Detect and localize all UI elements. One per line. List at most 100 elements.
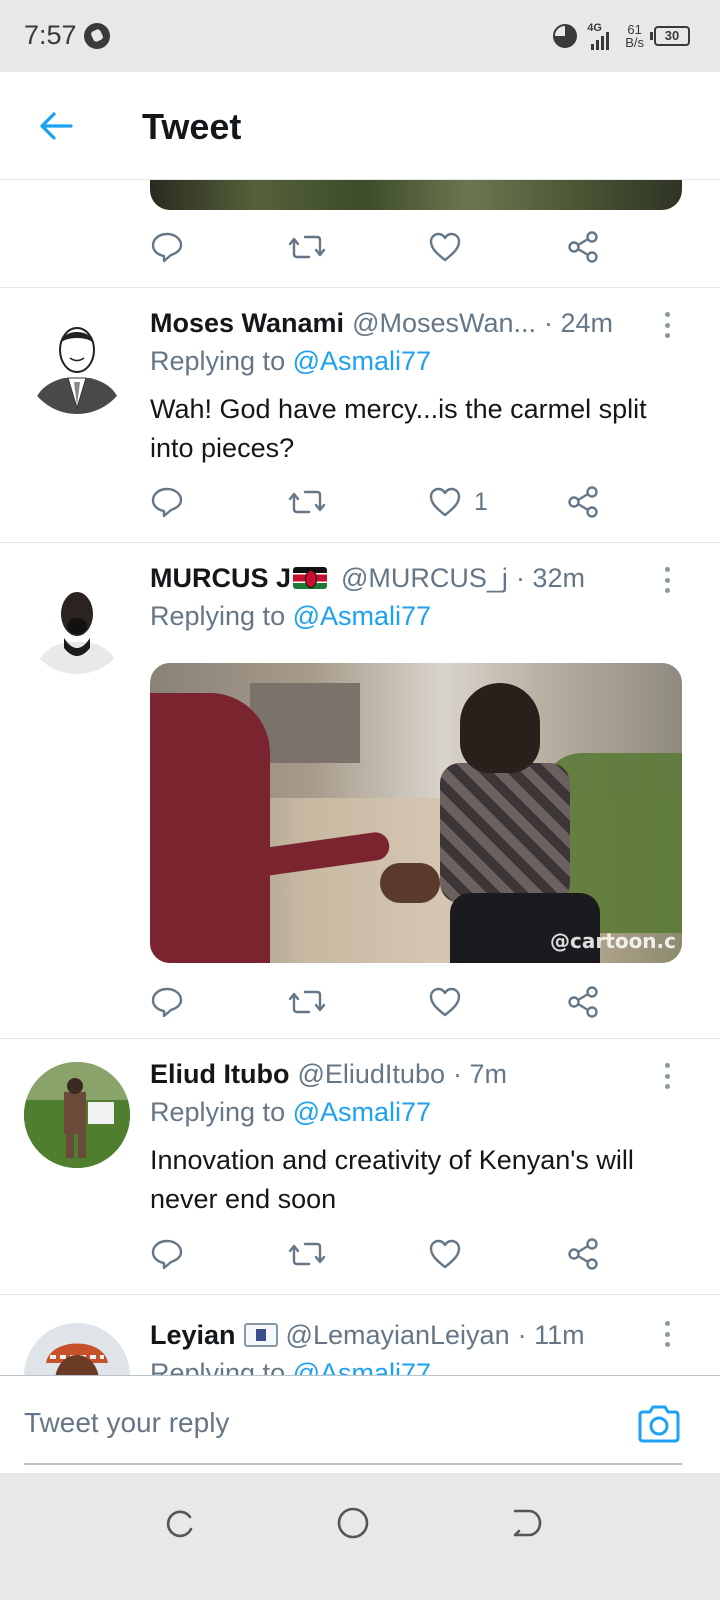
reply-button[interactable] [150,1232,184,1276]
retweet-button[interactable] [288,480,326,524]
action-bar: 1 [150,480,620,524]
share-button[interactable] [566,480,600,524]
retweet-button[interactable] [288,225,326,269]
like-button[interactable] [428,1232,462,1276]
display-name[interactable]: MURCUS J [150,563,291,594]
more-options-button[interactable] [660,1317,674,1351]
reply-composer: Tweet your reply [0,1375,720,1473]
user-handle[interactable]: @EliudItubo [297,1059,445,1090]
network-speed: 61 B/s [625,23,644,49]
replying-to: Replying to @Asmali77 [150,1097,431,1128]
tweet-time: · 24m [544,307,614,338]
home-icon [337,1507,369,1539]
speed-unit: B/s [625,35,644,50]
tweet-text: Innovation and creativity of Kenyan's wi… [150,1145,634,1214]
avatar-photo [24,1323,130,1375]
retweet-button[interactable] [288,1232,326,1276]
arrow-left-icon [40,112,73,140]
share-button[interactable] [566,225,600,269]
reply-icon [151,987,183,1018]
input-underline [24,1463,682,1465]
reply-button[interactable] [150,480,184,524]
user-handle[interactable]: @LemayianLeiyan [286,1320,510,1351]
avatar[interactable] [24,308,130,414]
display-name[interactable]: Moses Wanami [150,308,344,339]
camera-button[interactable] [636,1404,682,1444]
home-button[interactable] [333,1503,373,1543]
reply-icon [151,487,183,518]
replying-to: Replying to @Asmali77 [150,346,431,377]
back-button[interactable] [32,102,80,150]
system-nav-bar [0,1473,720,1600]
replying-label: Replying to [150,1097,286,1127]
mention-link[interactable]: @Asmali77 [293,1358,431,1375]
tweet-time: · 7m [452,1058,507,1089]
tweet-time: · 11m [517,1319,585,1350]
retweet-button[interactable] [288,980,326,1024]
reply-input[interactable]: Tweet your reply [24,1398,624,1448]
divider [0,1038,720,1039]
camera-icon [638,1405,680,1443]
back-icon [513,1509,542,1537]
more-options-button[interactable] [660,308,674,342]
media-watermark: @cartoon.c [550,929,676,953]
display-name[interactable]: Eliud Itubo [150,1059,289,1090]
recents-icon [166,1510,193,1538]
share-button[interactable] [566,980,600,1024]
replying-to: Replying to @Asmali77 [150,601,431,632]
reply-button[interactable] [150,980,184,1024]
like-count: 1 [474,487,488,516]
replying-label: Replying to [150,601,286,631]
flag-icon [243,1323,278,1347]
mention-link[interactable]: @Asmali77 [293,1097,431,1127]
share-button[interactable] [566,1232,600,1276]
back-nav-button[interactable] [505,1503,545,1543]
kenya-flag-icon [293,567,328,589]
avatar-sketch [24,308,130,414]
mention-link[interactable]: @Asmali77 [293,601,431,631]
display-name[interactable]: Leyian [150,1320,236,1351]
user-handle[interactable]: @MosesWan... [352,308,536,339]
battery-icon: 30 [650,26,690,46]
heart-icon [429,232,461,262]
tweet-media-thumbnail[interactable] [150,180,682,210]
top-app-bar: Tweet [0,72,720,180]
tweet-feed[interactable]: Moses Wanami @MosesWan... · 24m Replying… [0,180,720,1375]
avatar[interactable] [24,568,130,674]
divider [0,287,720,288]
like-button[interactable] [428,225,462,269]
status-time: 7:57 [24,20,77,50]
retweet-icon [288,235,326,259]
like-button[interactable]: 1 [428,480,488,524]
share-icon [568,486,598,518]
more-options-button[interactable] [660,1059,674,1093]
replying-label: Replying to [150,346,286,376]
action-bar [150,225,620,269]
tweet-header: Leyian @LemayianLeiyan · 11m [150,1315,585,1355]
tweet-header: MURCUS J @MURCUS_j · 32m [150,558,585,598]
avatar[interactable] [24,1323,130,1375]
share-icon [568,231,598,263]
tweet-header: Moses Wanami @MosesWan... · 24m [150,303,613,343]
avatar-photo [24,1062,130,1168]
reply-button[interactable] [150,225,184,269]
heart-icon [429,1239,461,1269]
replying-label: Replying to [150,1358,286,1375]
avatar[interactable] [24,1062,130,1168]
action-bar [150,980,620,1024]
status-bar: 7:57 4G 61 B/s 30 [0,0,720,72]
user-handle[interactable]: @MURCUS_j [341,563,508,594]
mention-link[interactable]: @Asmali77 [293,346,431,376]
retweet-icon [288,990,326,1014]
tweet-video[interactable]: @cartoon.c [150,663,682,963]
avatar-photo [24,568,130,674]
recents-button[interactable] [160,1503,200,1543]
more-options-button[interactable] [660,563,674,597]
tweet-text: Wah! God have mercy...is the carmel spli… [150,394,647,463]
like-button[interactable] [428,980,462,1024]
reply-icon [151,1239,183,1270]
share-icon [568,986,598,1018]
share-icon [568,1238,598,1270]
signal-icon: 4G [587,22,615,50]
divider [0,542,720,543]
